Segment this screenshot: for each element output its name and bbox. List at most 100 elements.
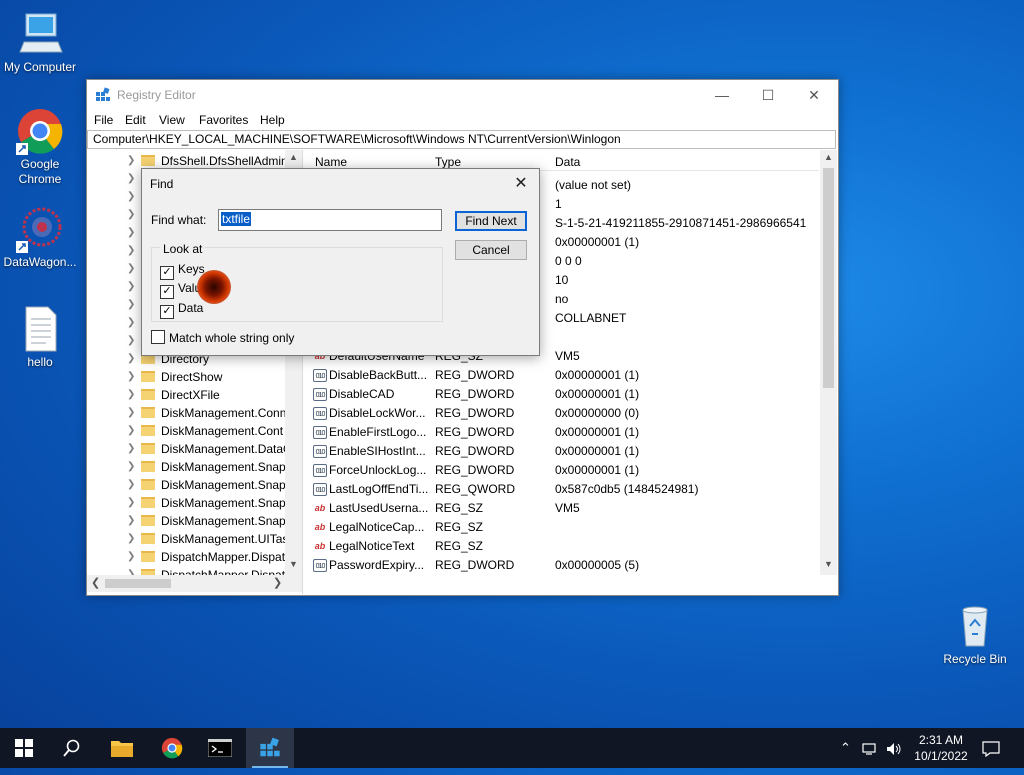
match-whole-string-checkbox[interactable]: Match whole string only bbox=[151, 330, 294, 345]
chevron-up-icon[interactable]: ⌃ bbox=[840, 728, 851, 768]
close-button[interactable]: ✕ bbox=[791, 80, 837, 110]
chevron-right-icon[interactable]: ❯ bbox=[127, 188, 135, 206]
list-item[interactable]: 010 DisableLockWor... REG_DWORD 0x000000… bbox=[309, 404, 819, 423]
list-item[interactable]: 010 DisableCAD REG_DWORD 0x00000001 (1) bbox=[309, 385, 819, 404]
scroll-up-icon[interactable]: ▲ bbox=[289, 152, 298, 162]
chevron-right-icon[interactable]: ❯ bbox=[127, 368, 135, 386]
folder-icon bbox=[141, 443, 155, 454]
column-type[interactable]: Type bbox=[435, 155, 461, 169]
folder-icon bbox=[141, 155, 155, 166]
chevron-right-icon[interactable]: ❯ bbox=[127, 260, 135, 278]
scroll-down-icon[interactable]: ▼ bbox=[824, 559, 833, 569]
cmd-taskbar-button[interactable] bbox=[196, 728, 244, 768]
chevron-right-icon[interactable]: ❯ bbox=[127, 494, 135, 512]
network-icon[interactable] bbox=[862, 728, 878, 768]
chrome-taskbar-button[interactable] bbox=[148, 728, 196, 768]
scroll-left-icon[interactable]: ❮ bbox=[91, 576, 100, 589]
values-vertical-scrollbar[interactable]: ▲ ▼ bbox=[820, 150, 837, 575]
chevron-right-icon[interactable]: ❯ bbox=[127, 224, 135, 242]
close-icon[interactable]: ✕ bbox=[509, 173, 533, 193]
column-name[interactable]: Name bbox=[315, 155, 347, 169]
chevron-right-icon[interactable]: ❯ bbox=[127, 440, 135, 458]
data-checkbox[interactable]: ✓ Data bbox=[160, 301, 203, 319]
chevron-right-icon[interactable]: ❯ bbox=[127, 350, 135, 368]
tree-item[interactable]: ❯ DiskManagement.Snap bbox=[87, 494, 302, 512]
keys-checkbox[interactable]: ✓ Keys bbox=[160, 262, 205, 280]
chevron-right-icon[interactable]: ❯ bbox=[127, 242, 135, 260]
system-clock[interactable]: 2:31 AM 10/1/2022 bbox=[906, 732, 976, 764]
list-item[interactable]: ab LegalNoticeCap... REG_SZ bbox=[309, 518, 819, 537]
terminal-icon bbox=[207, 738, 233, 758]
cancel-button[interactable]: Cancel bbox=[455, 240, 527, 260]
start-button[interactable] bbox=[0, 728, 48, 768]
chevron-right-icon[interactable]: ❯ bbox=[127, 476, 135, 494]
file-explorer-taskbar-button[interactable] bbox=[98, 728, 146, 768]
tree-item[interactable]: ❯ DirectXFile bbox=[87, 386, 302, 404]
chevron-right-icon[interactable]: ❯ bbox=[127, 296, 135, 314]
desktop-icon-recycle-bin[interactable]: Recycle Bin bbox=[935, 602, 1015, 667]
tree-item[interactable]: ❯ DiskManagement.DataO bbox=[87, 440, 302, 458]
desktop-icon-datawagon[interactable]: DataWagon... bbox=[0, 205, 80, 270]
tree-item[interactable]: ❯ DiskManagement.Snap bbox=[87, 476, 302, 494]
tree-item[interactable]: ❯ DiskManagement.UITas bbox=[87, 530, 302, 548]
desktop-icon-my-computer[interactable]: My Computer bbox=[0, 10, 80, 75]
chevron-right-icon[interactable]: ❯ bbox=[127, 458, 135, 476]
menu-edit[interactable]: Edit bbox=[125, 113, 146, 127]
menu-favorites[interactable]: Favorites bbox=[199, 113, 248, 127]
chevron-right-icon[interactable]: ❯ bbox=[127, 422, 135, 440]
chevron-right-icon[interactable]: ❯ bbox=[127, 152, 135, 170]
list-item[interactable]: ab LegalNoticeText REG_SZ bbox=[309, 537, 819, 556]
scroll-up-icon[interactable]: ▲ bbox=[824, 152, 833, 162]
find-next-button[interactable]: Find Next bbox=[455, 211, 527, 231]
regedit-taskbar-button[interactable] bbox=[246, 728, 294, 768]
menu-file[interactable]: File bbox=[94, 113, 113, 127]
chevron-right-icon[interactable]: ❯ bbox=[127, 332, 135, 350]
search-button[interactable] bbox=[48, 728, 96, 768]
folder-icon bbox=[141, 389, 155, 400]
menu-view[interactable]: View bbox=[159, 113, 185, 127]
list-item[interactable]: 010 EnableFirstLogo... REG_DWORD 0x00000… bbox=[309, 423, 819, 442]
desktop-icon-hello[interactable]: hello bbox=[0, 305, 80, 370]
maximize-button[interactable]: ☐ bbox=[745, 80, 791, 110]
list-item[interactable]: 010 LastLogOffEndTi... REG_QWORD 0x587c0… bbox=[309, 480, 819, 499]
menu-help[interactable]: Help bbox=[260, 113, 285, 127]
tree-item[interactable]: ❯ DiskManagement.Conn bbox=[87, 404, 302, 422]
binary-value-icon: 010 bbox=[313, 426, 327, 439]
find-what-input[interactable]: txtfile bbox=[218, 209, 442, 231]
chevron-right-icon[interactable]: ❯ bbox=[127, 386, 135, 404]
tree-item[interactable]: ❯ DiskManagement.Snap bbox=[87, 458, 302, 476]
tree-item[interactable]: ❯ DiskManagement.Snap bbox=[87, 512, 302, 530]
address-bar[interactable]: Computer\HKEY_LOCAL_MACHINE\SOFTWARE\Mic… bbox=[87, 130, 836, 149]
list-item[interactable]: 010 ForceUnlockLog... REG_DWORD 0x000000… bbox=[309, 461, 819, 480]
tree-item[interactable]: ❯ DispatchMapper.Dispat bbox=[87, 548, 302, 566]
title-bar[interactable]: Registry Editor — ☐ ✕ bbox=[87, 80, 838, 110]
registry-editor-icon bbox=[260, 737, 280, 757]
volume-icon[interactable] bbox=[886, 728, 902, 768]
chevron-right-icon[interactable]: ❯ bbox=[127, 206, 135, 224]
chevron-right-icon[interactable]: ❯ bbox=[127, 548, 135, 566]
tree-item[interactable]: ❯ DiskManagement.Cont bbox=[87, 422, 302, 440]
list-item[interactable]: 010 PasswordExpiry... REG_DWORD 0x000000… bbox=[309, 556, 819, 575]
chevron-right-icon[interactable]: ❯ bbox=[127, 278, 135, 296]
scroll-down-icon[interactable]: ▼ bbox=[289, 559, 298, 569]
checkbox-empty bbox=[151, 330, 165, 344]
desktop-icon-google-chrome[interactable]: Google Chrome bbox=[0, 107, 80, 187]
list-item[interactable]: 010 EnableSIHostInt... REG_DWORD 0x00000… bbox=[309, 442, 819, 461]
chevron-right-icon[interactable]: ❯ bbox=[127, 404, 135, 422]
tree-item[interactable]: ❯ DirectShow bbox=[87, 368, 302, 386]
list-item[interactable]: ab LastUsedUserna... REG_SZ VM5 bbox=[309, 499, 819, 518]
tree-horizontal-scrollbar[interactable]: ❮ ❯ bbox=[87, 575, 302, 592]
chevron-right-icon[interactable]: ❯ bbox=[127, 512, 135, 530]
column-data[interactable]: Data bbox=[555, 155, 580, 169]
tree-hscroll-thumb[interactable] bbox=[105, 579, 171, 588]
notification-icon[interactable] bbox=[982, 728, 1000, 768]
scroll-right-icon[interactable]: ❯ bbox=[273, 576, 282, 589]
chevron-right-icon[interactable]: ❯ bbox=[127, 314, 135, 332]
chevron-right-icon[interactable]: ❯ bbox=[127, 170, 135, 188]
chevron-right-icon[interactable]: ❯ bbox=[127, 530, 135, 548]
list-item[interactable]: 010 DisableBackButt... REG_DWORD 0x00000… bbox=[309, 366, 819, 385]
values-vscroll-thumb[interactable] bbox=[823, 168, 834, 388]
folder-icon bbox=[141, 533, 155, 544]
look-at-group: Look at ✓ Keys ✓ Values ✓ Data bbox=[151, 242, 443, 322]
minimize-button[interactable]: — bbox=[699, 80, 745, 110]
